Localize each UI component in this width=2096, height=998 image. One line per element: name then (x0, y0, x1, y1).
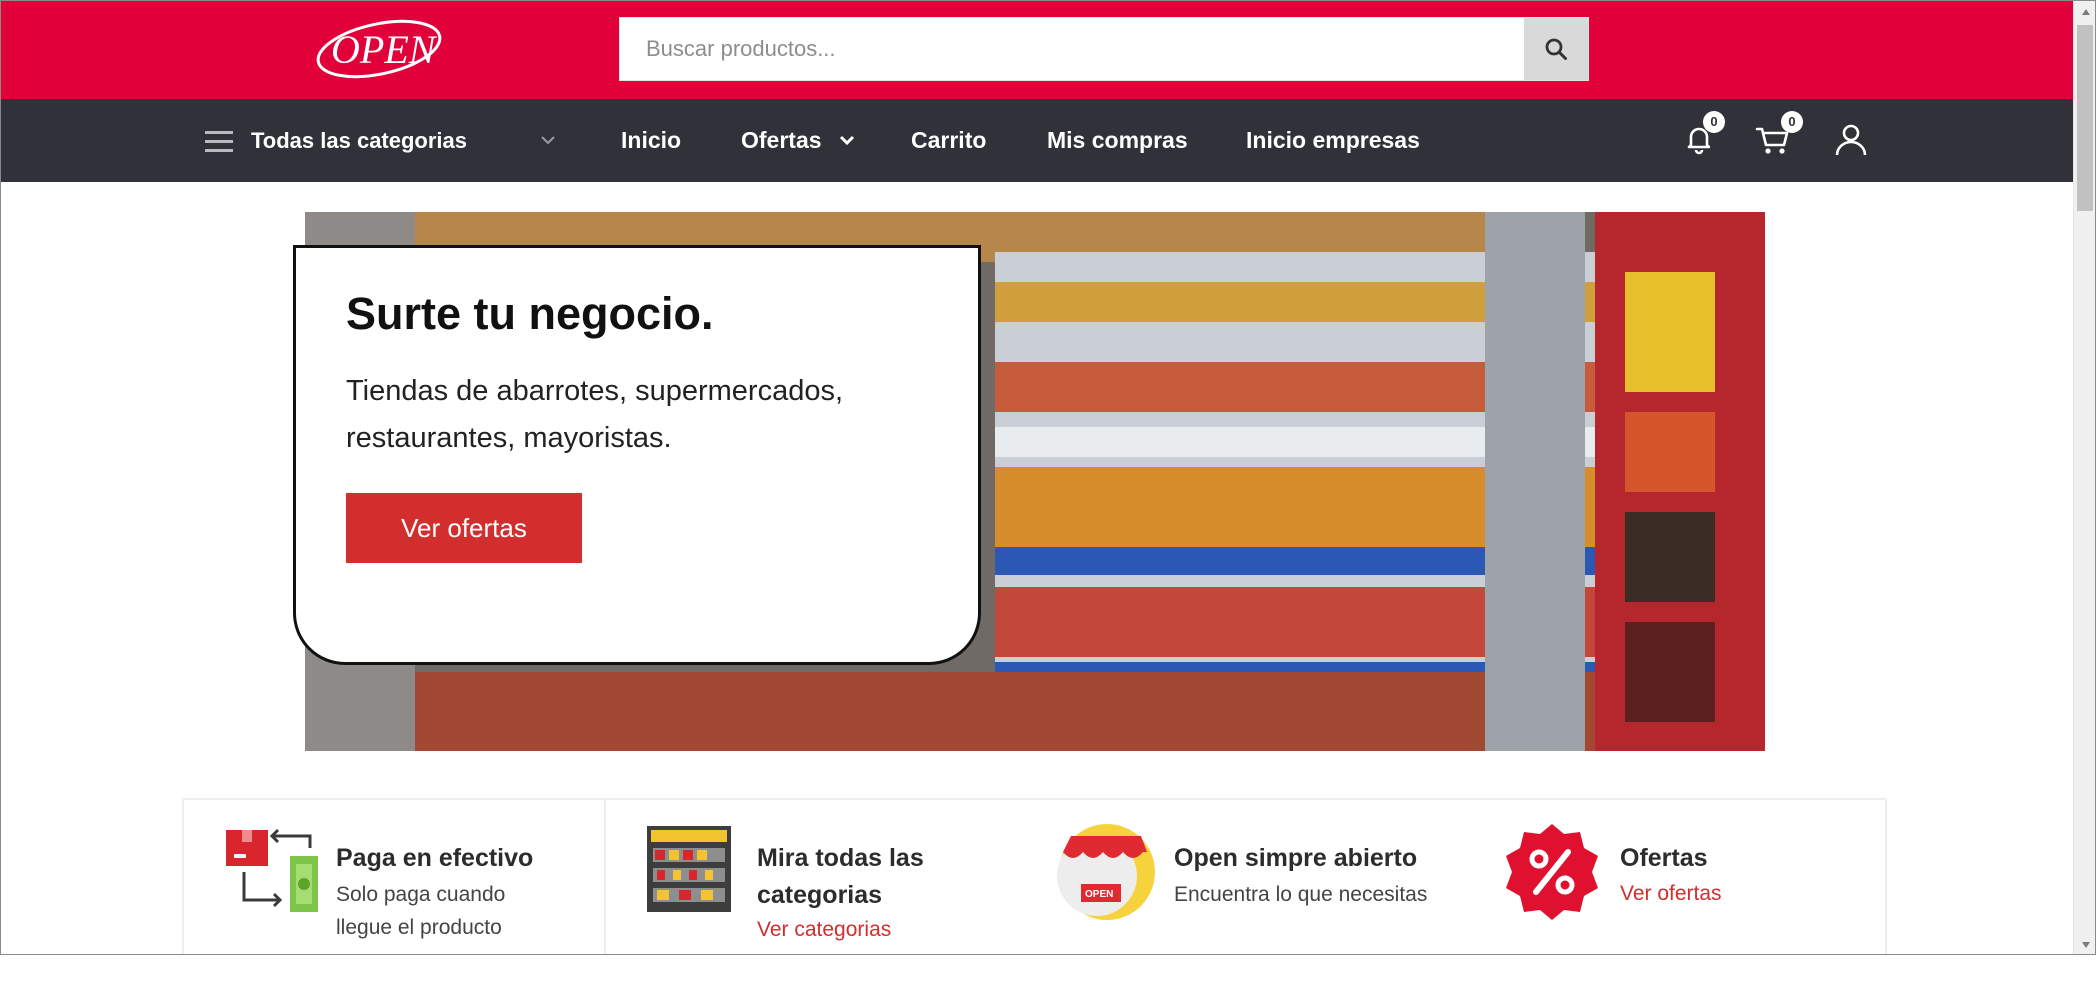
top-header: OPEN (1, 1, 2073, 99)
chevron-down-icon (541, 136, 555, 145)
all-categories-dropdown[interactable]: Todas las categorias (205, 99, 557, 182)
chevron-down-icon (839, 135, 854, 146)
all-categories-label: Todas las categorias (251, 127, 468, 153)
cart-badge: 0 (1781, 111, 1803, 133)
features-divider (604, 800, 606, 954)
open-logo[interactable]: OPEN (311, 13, 447, 85)
ver-categorias-link[interactable]: Ver categorias (757, 918, 891, 942)
feature-title-open: Open simpre abierto (1174, 844, 1418, 872)
cash-payment-icon (222, 822, 322, 922)
scroll-up-arrow-icon[interactable] (2074, 1, 2095, 23)
scroll-thumb[interactable] (2077, 25, 2093, 211)
shelves-icon (639, 822, 739, 922)
feature-title-paga: Paga en efectivo (336, 844, 534, 872)
svg-text:OPEN: OPEN (1085, 889, 1113, 900)
nav-link-inicio-empresas[interactable]: Inicio empresas (1246, 99, 1420, 182)
nav-link-ofertas-label: Ofertas (741, 127, 822, 153)
nav-link-carrito[interactable]: Carrito (911, 99, 986, 182)
hero-subtitle: Tiendas de abarrotes, supermercados, res… (346, 375, 844, 454)
notifications-badge: 0 (1703, 111, 1725, 133)
feature-text-paga: Solo paga cuando llegue el producto (336, 883, 506, 939)
user-icon (1835, 124, 1867, 156)
logo-text: OPEN (331, 27, 438, 72)
nav-link-ofertas[interactable]: Ofertas (741, 99, 856, 182)
ver-ofertas-button[interactable]: Ver ofertas (346, 493, 582, 563)
account-button[interactable] (1831, 119, 1871, 159)
feature-title-categorias: Mira todas las categorias (757, 844, 924, 909)
scroll-down-arrow-icon[interactable] (2074, 934, 2095, 954)
ver-ofertas-link[interactable]: Ver ofertas (1620, 882, 1722, 906)
hero-card: Surte tu negocio. Tiendas de abarrotes, … (293, 245, 981, 665)
features-bar: Paga en efectivo Solo paga cuando llegue… (182, 798, 1887, 954)
browser-viewport: OPEN Todas las categorias Inicio (0, 0, 2096, 955)
hero-title: Surte tu negocio. (346, 288, 714, 339)
main-nav: Todas las categorias Inicio Ofertas Carr… (1, 99, 2073, 182)
search-icon (1545, 38, 1567, 60)
open-logo-icon: OPEN (316, 19, 442, 79)
search-box (619, 17, 1589, 81)
feature-title-ofertas: Ofertas (1620, 844, 1708, 872)
nav-link-mis-compras[interactable]: Mis compras (1047, 99, 1188, 182)
menu-icon (205, 129, 233, 153)
search-input[interactable] (620, 18, 1524, 80)
page-scrollbar[interactable] (2073, 1, 2095, 954)
nav-link-inicio[interactable]: Inicio (621, 99, 681, 182)
feature-text-open: Encuentra lo que necesitas (1174, 883, 1428, 906)
percent-badge-icon (1502, 822, 1602, 922)
open-store-icon: OPEN (1057, 822, 1157, 922)
search-button[interactable] (1524, 18, 1588, 80)
